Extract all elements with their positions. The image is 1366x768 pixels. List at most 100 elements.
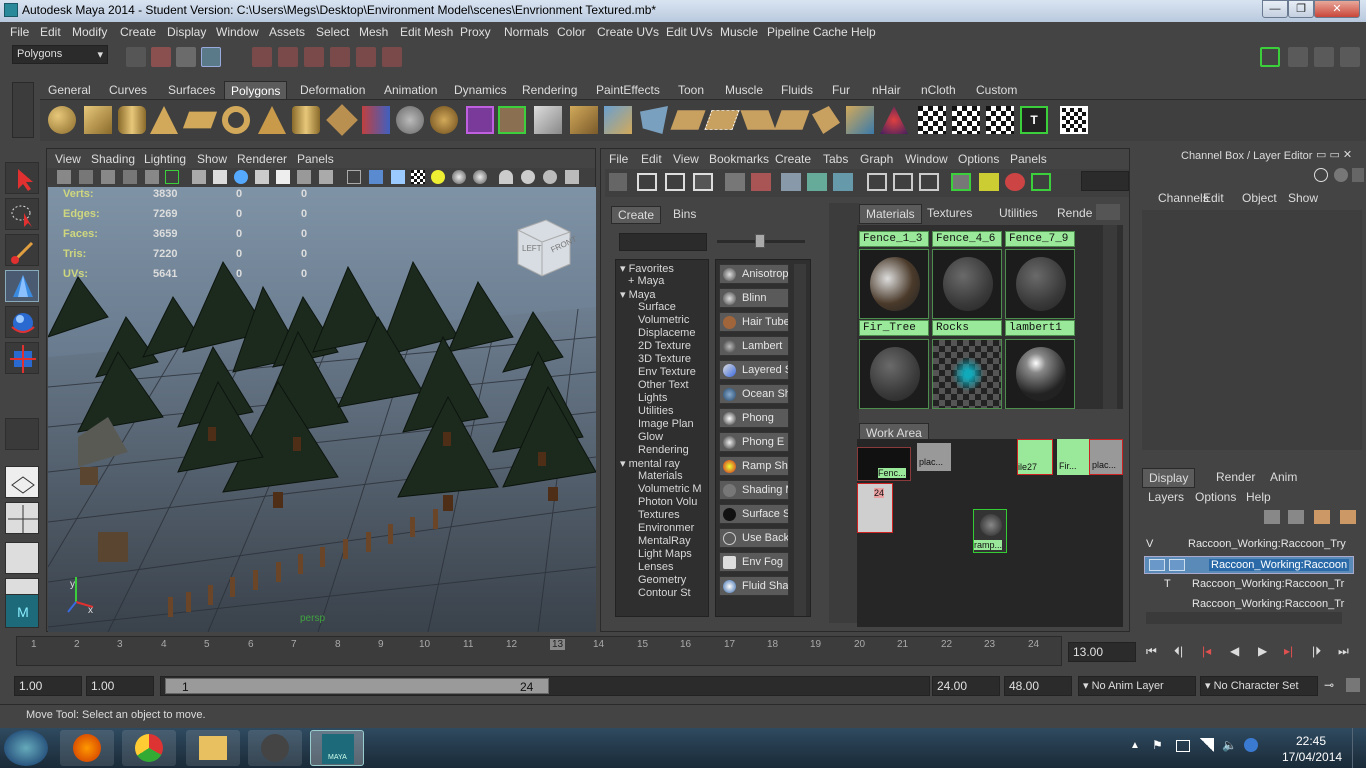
poly-soccer-ball-icon[interactable]	[326, 104, 358, 136]
menu-edit[interactable]: Edit	[40, 25, 61, 39]
layer-row[interactable]: V Raccoon_Working:Raccoon_Try	[1144, 536, 1354, 554]
attribute-editor-icon[interactable]	[1288, 47, 1308, 67]
wireframe-on-shaded-icon[interactable]	[255, 170, 269, 184]
node-ramp-shader[interactable]: Ramp Shad	[719, 456, 789, 476]
steam-taskbar-icon[interactable]	[248, 730, 302, 766]
new-layer-selected-icon[interactable]	[1288, 510, 1304, 524]
play-backwards-icon[interactable]: ◀	[1230, 644, 1239, 658]
viewport-menu-shading[interactable]: Shading	[91, 152, 135, 166]
persp-outliner-layout-icon[interactable]	[5, 542, 39, 574]
graph-upstream-icon[interactable]	[751, 173, 771, 191]
node-phong[interactable]: Phong	[719, 408, 789, 428]
category-3d-textures[interactable]: 3D Texture	[638, 353, 691, 365]
clear-graph-icon[interactable]	[781, 173, 801, 191]
poly-pyramid-icon[interactable]	[258, 106, 286, 134]
viewport-menu-view[interactable]: View	[55, 152, 81, 166]
swatch-label-fence-7-9[interactable]: Fence_7_9	[1005, 231, 1075, 247]
category-mr-volumetric[interactable]: Volumetric M	[638, 483, 702, 495]
hs-menu-panels[interactable]: Panels	[1010, 152, 1047, 166]
image-plane-icon[interactable]	[123, 170, 137, 184]
tab-utilities[interactable]: Utilities	[999, 206, 1038, 220]
firefox-taskbar-icon[interactable]	[60, 730, 114, 766]
cb-menu-edit[interactable]: Edit	[1203, 191, 1224, 205]
create-node-list[interactable]: Anisotropic Blinn Hair Tube S Lambert La…	[715, 259, 811, 617]
menu-select[interactable]: Select	[316, 25, 349, 39]
sculpt-icon[interactable]	[880, 106, 908, 134]
isolate-select-icon[interactable]	[347, 170, 361, 184]
key-icon[interactable]: ⊸	[1324, 678, 1334, 692]
shelf-tab-custom[interactable]: Custom	[970, 81, 1023, 99]
shaded-cube-icon[interactable]	[391, 170, 405, 184]
category-2d-textures[interactable]: 2D Texture	[638, 340, 691, 352]
category-mr-environment[interactable]: Environmer	[638, 522, 694, 534]
minimize-button[interactable]: —	[1262, 0, 1288, 18]
go-to-end-icon[interactable]: ⏭	[1338, 644, 1349, 659]
make-live-icon[interactable]	[356, 47, 376, 67]
uv-texture-editor-icon[interactable]	[1060, 106, 1088, 134]
view-cube[interactable]: LEFT FRONT	[510, 214, 578, 278]
extrude-icon[interactable]	[498, 106, 526, 134]
select-tool-icon[interactable]	[5, 162, 39, 194]
hs-menu-edit[interactable]: Edit	[641, 152, 662, 166]
category-geometry[interactable]: Geometry	[638, 574, 686, 586]
swatch-lambert1[interactable]	[1005, 249, 1075, 319]
hud-icon[interactable]	[565, 170, 579, 184]
hs-menu-tabs[interactable]: Tabs	[823, 152, 848, 166]
toggle-create-bar-icon[interactable]	[609, 173, 627, 191]
work-node-fence[interactable]: Fenc...	[857, 447, 911, 481]
channel-list[interactable]	[1142, 210, 1362, 450]
node-list-scrollbar[interactable]	[794, 264, 806, 616]
clock-time[interactable]: 22:45	[1296, 734, 1326, 748]
layer-row-selected[interactable]: Raccoon_Working:Raccoon	[1144, 556, 1354, 574]
volume-icon[interactable]: 🔈	[1222, 738, 1237, 752]
mirror-icon[interactable]	[846, 106, 874, 134]
category-mentalray[interactable]: MentalRay	[638, 535, 691, 547]
lasso-tool-icon[interactable]	[5, 198, 39, 230]
menu-edit-uvs[interactable]: Edit UVs	[666, 25, 713, 39]
playback-end-field[interactable]: 24.00	[932, 676, 1000, 696]
shadows-icon[interactable]	[452, 170, 466, 184]
menu-proxy[interactable]: Proxy	[460, 25, 491, 39]
layer-menu-layers[interactable]: Layers	[1148, 490, 1184, 504]
menu-display[interactable]: Display	[167, 25, 206, 39]
xray-joints-icon[interactable]	[297, 170, 311, 184]
default-material-icon[interactable]	[369, 170, 383, 184]
grid-toggle-icon[interactable]	[192, 170, 206, 184]
xray-icon[interactable]	[276, 170, 290, 184]
swatch-fir-tree[interactable]	[859, 249, 929, 319]
poly-cone-icon[interactable]	[150, 106, 178, 134]
create-layer-from-selection-icon[interactable]	[1340, 510, 1356, 524]
node-phong-e[interactable]: Phong E	[719, 432, 789, 452]
hs-menu-window[interactable]: Window	[905, 152, 948, 166]
shelf-tab-animation[interactable]: Animation	[378, 81, 443, 99]
bluetooth-icon[interactable]	[1244, 738, 1258, 752]
node-fluid-shape[interactable]: Fluid Shape	[719, 576, 789, 596]
layer-tab-display[interactable]: Display	[1142, 468, 1196, 488]
layer-menu-help[interactable]: Help	[1246, 490, 1271, 504]
category-mental-ray[interactable]: ▾ mental ray	[620, 457, 680, 470]
slider-handle[interactable]	[755, 234, 765, 248]
category-lenses[interactable]: Lenses	[638, 561, 673, 573]
motion-blur-icon[interactable]	[499, 170, 513, 184]
shelf-tab-painteffects[interactable]: PaintEffects	[590, 81, 666, 99]
category-mr-materials[interactable]: Materials	[638, 470, 683, 482]
menu-muscle[interactable]: Muscle	[720, 25, 758, 39]
smooth-icon[interactable]	[430, 106, 458, 134]
menu-pipeline-cache[interactable]: Pipeline Cache	[767, 25, 848, 39]
range-bar[interactable]: 1 24	[160, 676, 930, 696]
tab-create[interactable]: Create	[611, 206, 662, 224]
shelf-tab-nhair[interactable]: nHair	[866, 81, 907, 99]
render-icon[interactable]	[1005, 173, 1025, 191]
step-forward-key-icon[interactable]: ▸|	[1284, 644, 1293, 658]
smooth-shade-icon[interactable]	[234, 170, 248, 184]
magnet-icon[interactable]	[382, 47, 402, 67]
menu-mesh[interactable]: Mesh	[359, 25, 388, 39]
clock-date[interactable]: 17/04/2014	[1282, 750, 1342, 764]
viewport-menu-renderer[interactable]: Renderer	[237, 152, 287, 166]
category-mr-photon[interactable]: Photon Volu	[638, 496, 697, 508]
shelf-tab-fluids[interactable]: Fluids	[775, 81, 819, 99]
hs-menu-options[interactable]: Options	[958, 152, 999, 166]
swatch-toggle-icon[interactable]	[951, 173, 971, 191]
swatch-particle-cloud[interactable]	[932, 339, 1002, 409]
shelf-tab-deformation[interactable]: Deformation	[294, 81, 371, 99]
